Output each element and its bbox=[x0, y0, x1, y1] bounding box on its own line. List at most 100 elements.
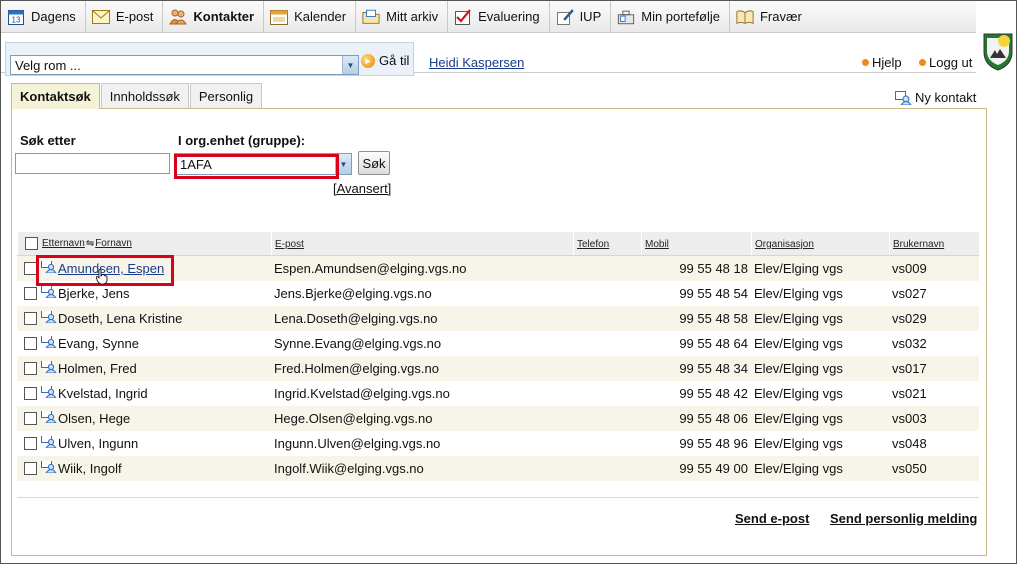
row-checkbox[interactable] bbox=[24, 337, 37, 350]
portfolio-icon bbox=[617, 8, 635, 25]
contact-name[interactable]: Wiik, Ingolf bbox=[58, 461, 122, 476]
email-cell: Ingunn.Ulven@elging.vgs.no bbox=[274, 436, 441, 451]
nav-e-post[interactable]: E-post bbox=[86, 0, 164, 33]
chevron-down-icon[interactable]: ▼ bbox=[342, 56, 358, 74]
contact-name[interactable]: Kvelstad, Ingrid bbox=[58, 386, 148, 401]
contact-card-icon bbox=[41, 386, 57, 398]
school-crest-logo bbox=[981, 30, 1015, 72]
room-box: Velg rom ... ▼ ► Gå til bbox=[5, 42, 414, 76]
nav-evaluering[interactable]: Evaluering bbox=[448, 0, 550, 33]
envelope-icon bbox=[91, 8, 110, 25]
nav-label: Fravær bbox=[759, 9, 802, 24]
org-cell: Elev/Elging vgs bbox=[754, 386, 843, 401]
room-select[interactable]: Velg rom ... ▼ bbox=[10, 55, 359, 75]
divider bbox=[17, 497, 979, 498]
sort-icon: ⇋ bbox=[85, 238, 95, 249]
contact-name[interactable]: Holmen, Fred bbox=[58, 361, 137, 376]
nav-kalender[interactable]: Kalender bbox=[264, 0, 357, 33]
header-username[interactable]: Brukernavn bbox=[889, 232, 979, 255]
tab-kontaktsok[interactable]: Kontaktsøk bbox=[11, 83, 100, 109]
goto-label: Gå til bbox=[379, 53, 410, 68]
toolbar: Velg rom ... ▼ ► Gå til Heidi Kaspersen … bbox=[1, 33, 976, 76]
table-row: Ulven, Ingunn Ingunn.Ulven@elging.vgs.no 9… bbox=[17, 431, 979, 456]
calendar-day-icon: 13 bbox=[7, 8, 25, 25]
row-checkbox[interactable] bbox=[24, 362, 37, 375]
sort-firstname[interactable]: Fornavn bbox=[95, 238, 132, 249]
contact-name[interactable]: Evang, Synne bbox=[58, 336, 139, 351]
mobile-cell: 99 55 48 06 bbox=[679, 411, 748, 426]
table-row: Evang, Synne Synne.Evang@elging.vgs.no 99 … bbox=[17, 331, 979, 356]
contact-name[interactable]: Bjerke, Jens bbox=[58, 286, 130, 301]
nav-kontakter[interactable]: Kontakter bbox=[163, 0, 265, 33]
contact-name[interactable]: Amundsen, Espen bbox=[58, 261, 164, 276]
mobile-cell: 99 55 48 58 bbox=[679, 311, 748, 326]
nav-label: Evaluering bbox=[478, 9, 540, 24]
table-body: Amundsen, Espen Espen.Amundsen@elging.vgs… bbox=[17, 256, 979, 481]
book-icon bbox=[736, 8, 754, 25]
row-checkbox[interactable] bbox=[24, 287, 37, 300]
username-cell: vs027 bbox=[892, 286, 927, 301]
sort-surname[interactable]: Etternavn bbox=[42, 238, 85, 249]
contact-name[interactable]: Olsen, Hege bbox=[58, 411, 130, 426]
row-checkbox[interactable] bbox=[24, 262, 37, 275]
calendar-icon bbox=[270, 8, 289, 25]
username-cell: vs050 bbox=[892, 461, 927, 476]
folder-icon bbox=[362, 8, 380, 25]
row-checkbox[interactable] bbox=[24, 437, 37, 450]
contact-name[interactable]: Ulven, Ingunn bbox=[58, 436, 138, 451]
advanced-search-link[interactable]: [Avansert] bbox=[333, 181, 391, 196]
new-contact-link[interactable]: Ny kontakt bbox=[895, 90, 976, 105]
logout-link[interactable]: Logg ut bbox=[919, 55, 972, 70]
mobile-cell: 99 55 48 54 bbox=[679, 286, 748, 301]
edit-icon bbox=[556, 8, 574, 25]
mobile-cell: 99 55 48 96 bbox=[679, 436, 748, 451]
room-select-value: Velg rom ... bbox=[15, 57, 81, 73]
contacts-icon bbox=[169, 8, 188, 25]
name-cell: Olsen, Hege bbox=[17, 411, 271, 426]
tab-personlig[interactable]: Personlig bbox=[189, 83, 263, 109]
search-button[interactable]: Søk bbox=[358, 151, 390, 175]
tab-innholdssok[interactable]: Innholdssøk bbox=[100, 83, 189, 109]
username-cell: vs029 bbox=[892, 311, 927, 326]
nav-dagens[interactable]: 13 Dagens bbox=[1, 0, 86, 33]
nav-iup[interactable]: IUP bbox=[550, 0, 612, 33]
row-checkbox[interactable] bbox=[24, 412, 37, 425]
nav-fravaer[interactable]: Fravær bbox=[730, 1, 811, 33]
email-cell: Synne.Evang@elging.vgs.no bbox=[274, 336, 442, 351]
nav-label: Min portefølje bbox=[641, 9, 720, 24]
goto-button[interactable]: ► Gå til bbox=[361, 53, 409, 68]
help-link[interactable]: Hjelp bbox=[862, 55, 902, 70]
mobile-cell: 99 55 48 64 bbox=[679, 336, 748, 351]
name-cell: Evang, Synne bbox=[17, 336, 271, 351]
row-checkbox[interactable] bbox=[24, 387, 37, 400]
name-cell: Doseth, Lena Kristine bbox=[17, 311, 271, 326]
row-checkbox[interactable] bbox=[24, 462, 37, 475]
row-checkbox[interactable] bbox=[24, 312, 37, 325]
mobile-cell: 99 55 48 34 bbox=[679, 361, 748, 376]
email-cell: Ingrid.Kvelstad@elging.vgs.no bbox=[274, 386, 450, 401]
send-message-link[interactable]: Send personlig melding bbox=[830, 511, 977, 526]
nav-min-portefolje[interactable]: Min portefølje bbox=[611, 0, 730, 33]
header-org[interactable]: Organisasjon bbox=[751, 232, 889, 255]
header-mobile[interactable]: Mobil bbox=[641, 232, 751, 255]
new-contact-label: Ny kontakt bbox=[915, 90, 977, 105]
chevron-down-icon[interactable]: ▼ bbox=[335, 154, 351, 174]
contact-card-icon bbox=[41, 336, 57, 348]
tab-bar: Kontaktsøk Innholdssøk Personlig bbox=[11, 83, 263, 109]
select-all-checkbox[interactable] bbox=[25, 237, 38, 250]
add-contact-icon bbox=[895, 90, 912, 105]
org-cell: Elev/Elging vgs bbox=[754, 336, 843, 351]
header-phone[interactable]: Telefon bbox=[573, 232, 641, 255]
header-email[interactable]: E-post bbox=[271, 232, 573, 255]
send-email-link[interactable]: Send e-post bbox=[735, 511, 809, 526]
contact-card-icon bbox=[41, 311, 57, 323]
top-navigation: 13 Dagens E-post Kontakter Kalender Mitt… bbox=[1, 0, 976, 33]
email-cell: Ingolf.Wiik@elging.vgs.no bbox=[274, 461, 424, 476]
org-unit-select[interactable]: 1AFA ▼ bbox=[174, 153, 352, 175]
search-input[interactable] bbox=[15, 153, 170, 174]
nav-mitt-arkiv[interactable]: Mitt arkiv bbox=[356, 0, 449, 33]
user-name-link[interactable]: Heidi Kaspersen bbox=[429, 55, 524, 70]
header-name: Etternavn ⇋ Fornavn bbox=[17, 232, 271, 255]
checkmark-icon bbox=[454, 8, 472, 25]
contact-name[interactable]: Doseth, Lena Kristine bbox=[58, 311, 182, 326]
